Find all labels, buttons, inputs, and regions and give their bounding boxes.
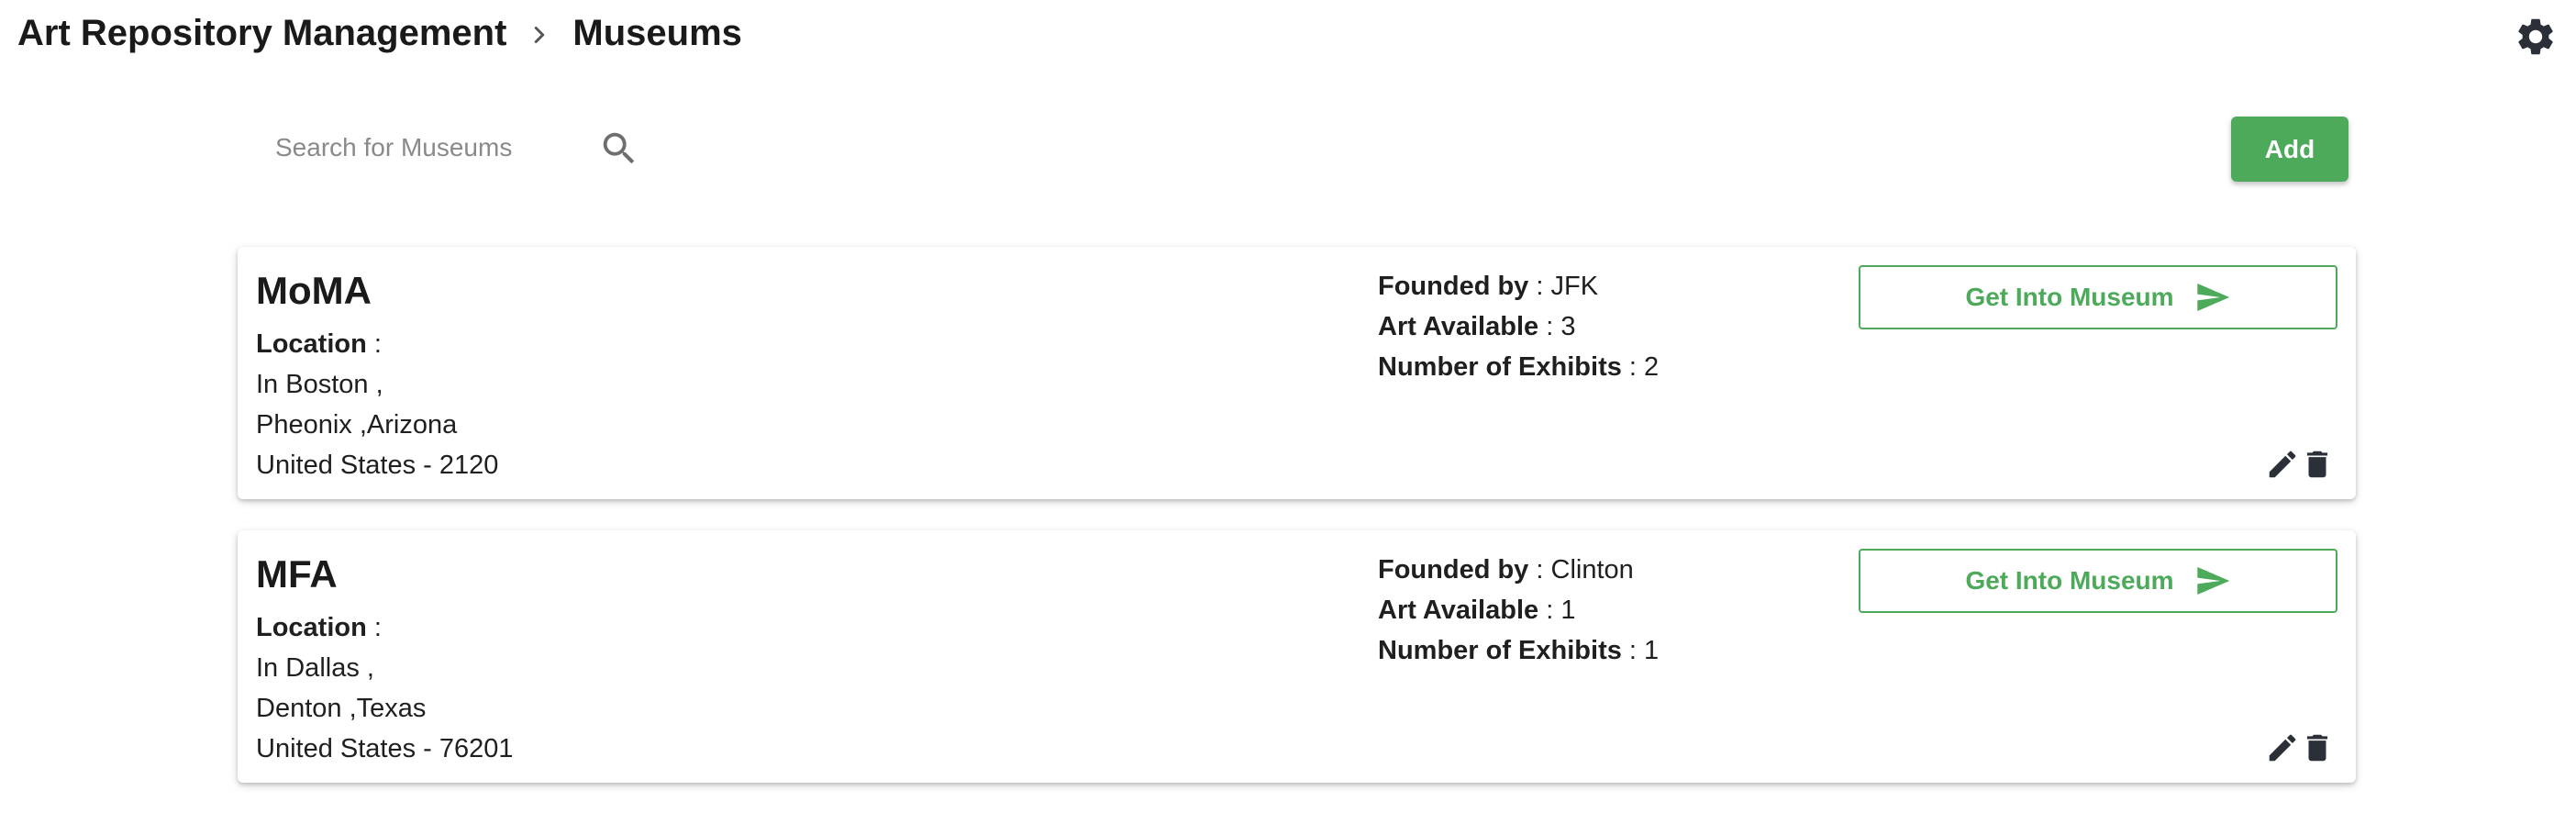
location-line: In Boston , [256,370,383,399]
app-header: Art Repository Management Museums [0,0,2576,73]
museum-location: Location : In Boston , Pheonix ,Arizona … [256,324,498,485]
museum-card: MFA Location : In Dallas , Denton ,Texas… [238,530,2356,783]
get-into-museum-button[interactable]: Get Into Museum [1859,265,2337,329]
get-into-museum-button[interactable]: Get Into Museum [1859,549,2337,613]
get-into-museum-label: Get Into Museum [1965,566,2174,595]
founded-by-label: Founded by [1378,555,1529,585]
founded-by-label: Founded by [1378,272,1529,301]
chevron-right-icon [506,13,572,54]
breadcrumb-current-page: Museums [572,13,742,53]
send-icon [2196,567,2229,595]
delete-icon[interactable] [2300,730,2335,765]
add-museum-button[interactable]: Add [2231,117,2348,182]
museum-location: Location : In Dallas , Denton ,Texas Uni… [256,607,514,769]
founded-by-value: JFK [1550,272,1599,301]
edit-icon[interactable] [2265,730,2300,765]
location-line: Denton ,Texas [256,694,427,723]
search-icon[interactable] [598,128,640,170]
location-line: United States - 2120 [256,451,499,480]
edit-icon[interactable] [2265,447,2300,482]
breadcrumb: Art Repository Management Museums [17,13,742,54]
gear-icon[interactable] [2514,15,2558,59]
founded-by-value: Clinton [1550,555,1634,585]
search-input[interactable] [257,116,605,180]
location-line: United States - 76201 [256,734,514,763]
search-bar [257,116,661,180]
location-line: In Dallas , [256,653,374,683]
exhibits-label: Number of Exhibits [1378,352,1622,382]
exhibits-label: Number of Exhibits [1378,636,1622,665]
museum-card: MoMA Location : In Boston , Pheonix ,Ari… [238,247,2356,499]
breadcrumb-app-title[interactable]: Art Repository Management [17,13,506,54]
get-into-museum-label: Get Into Museum [1965,283,2174,311]
exhibits-value: 1 [1644,636,1660,665]
museum-info: Founded by : JFK Art Available : 3 Numbe… [1378,272,1660,382]
museum-name: MFA [256,552,338,596]
museum-info: Founded by : Clinton Art Available : 1 N… [1378,555,1660,665]
art-available-label: Art Available [1378,596,1539,625]
museum-name: MoMA [256,269,372,312]
location-label: Location [256,613,367,642]
location-line: Pheonix ,Arizona [256,410,458,440]
art-available-value: 1 [1560,596,1576,625]
delete-icon[interactable] [2300,447,2335,482]
send-icon [2196,284,2229,311]
art-available-label: Art Available [1378,312,1539,341]
art-available-value: 3 [1560,312,1576,341]
location-label: Location [256,329,367,359]
exhibits-value: 2 [1644,352,1660,382]
